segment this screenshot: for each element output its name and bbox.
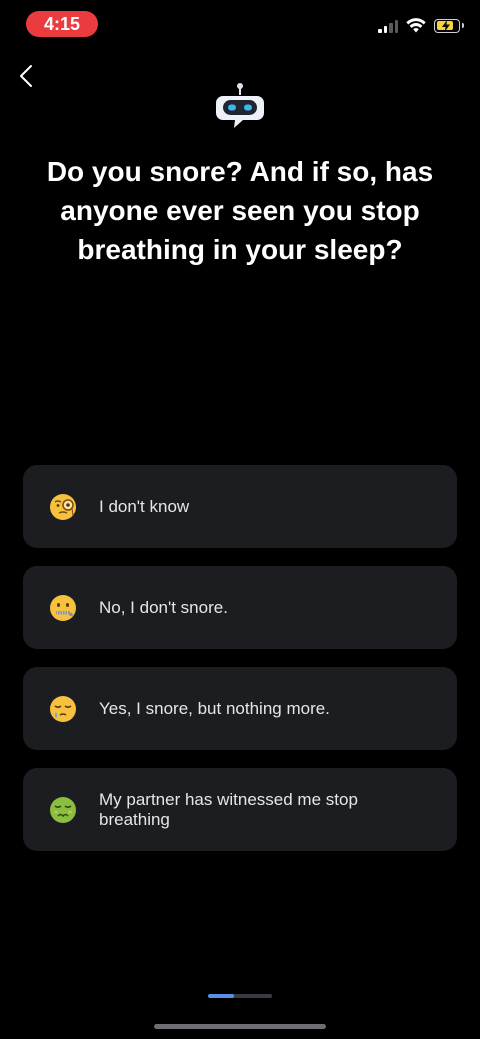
back-button[interactable] [14, 60, 42, 92]
option-label: My partner has witnessed me stop breathi… [99, 789, 358, 829]
answer-options: I don't know No, I don't snore. Yes, I s… [23, 465, 457, 869]
option-label: Yes, I snore, but nothing more. [99, 698, 330, 718]
option-partner-witnessed[interactable]: My partner has witnessed me stop breathi… [23, 768, 457, 851]
option-label: No, I don't snore. [99, 597, 228, 617]
option-snore-only[interactable]: Yes, I snore, but nothing more. [23, 667, 457, 750]
wifi-icon [406, 18, 426, 33]
cellular-signal-icon [378, 19, 398, 33]
question-title: Do you snore? And if so, has anyone ever… [46, 156, 434, 265]
progress-bar [208, 994, 272, 998]
progress-fill [208, 994, 234, 998]
option-label: I don't know [99, 496, 190, 516]
robot-chat-icon [213, 82, 267, 132]
monocle-face-emoji [49, 493, 77, 521]
option-dont-know[interactable]: I don't know [23, 465, 457, 548]
sleepy-face-emoji [49, 695, 77, 723]
nauseated-face-emoji [49, 796, 77, 824]
status-bar: 4:15 [0, 0, 480, 50]
battery-charging-icon [434, 18, 464, 33]
home-indicator[interactable] [154, 1024, 326, 1029]
zipper-mouth-face-emoji [49, 594, 77, 622]
chevron-left-icon [20, 65, 32, 87]
option-no-snore[interactable]: No, I don't snore. [23, 566, 457, 649]
status-icons [378, 18, 464, 33]
status-time: 4:15 [26, 11, 98, 37]
